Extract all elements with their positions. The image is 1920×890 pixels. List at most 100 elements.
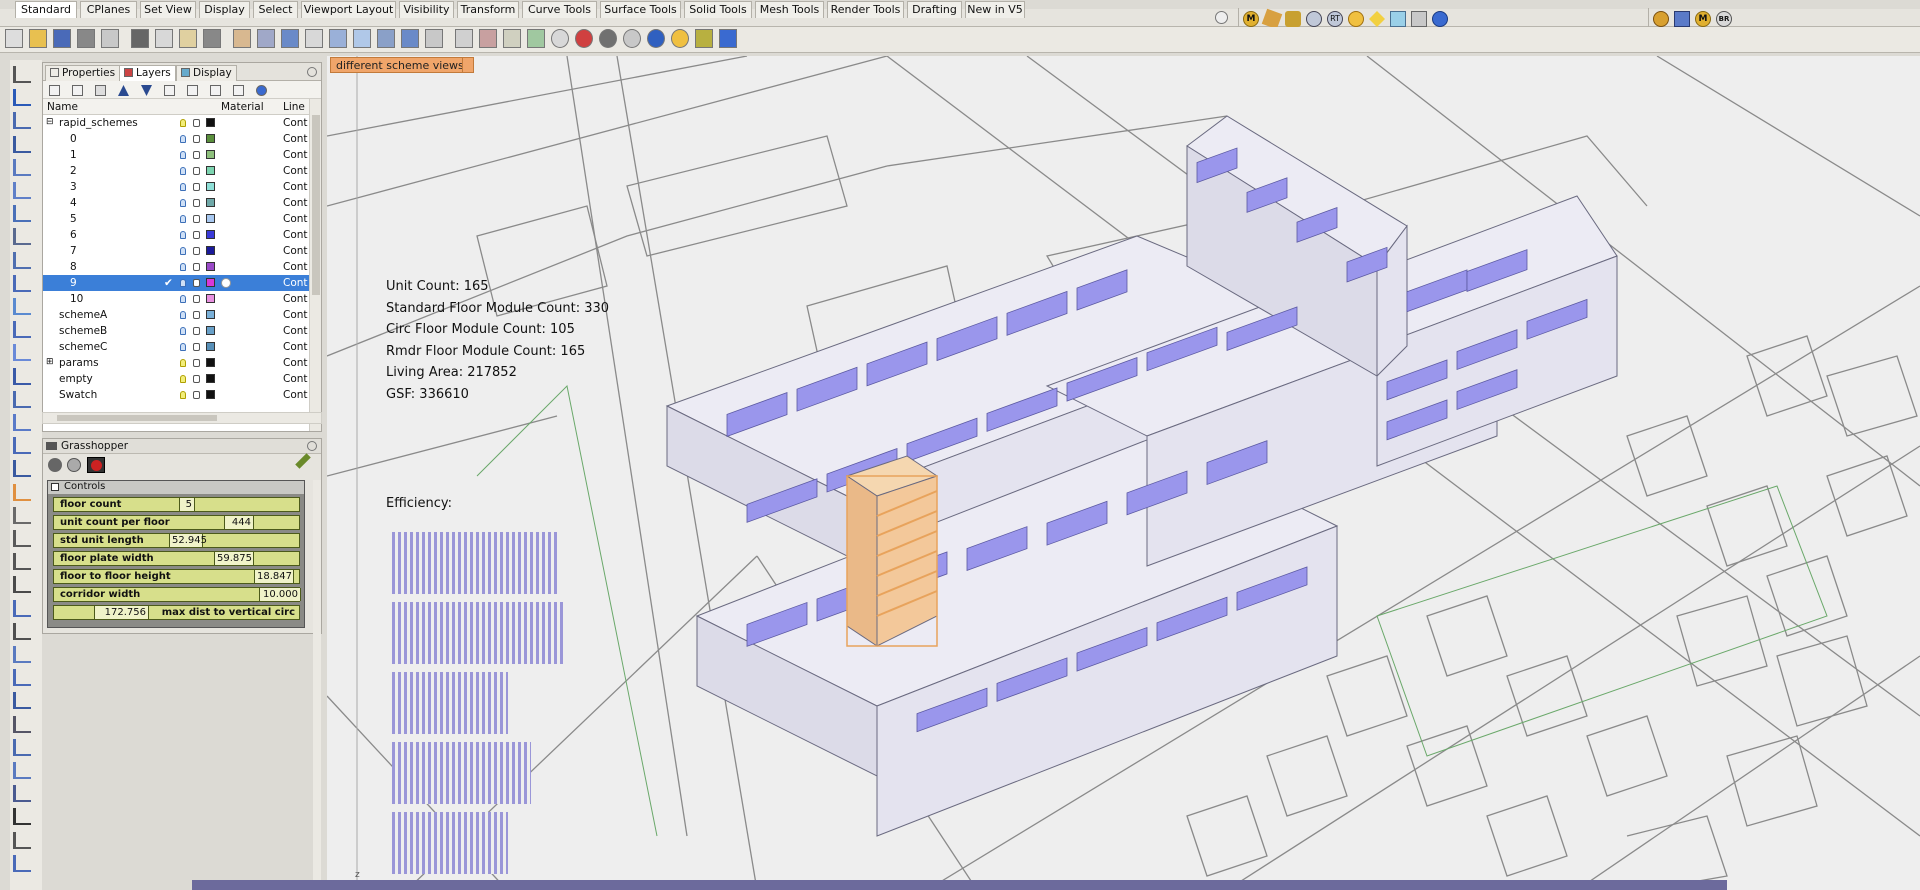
lock-icon[interactable] — [193, 151, 200, 159]
layer-linetype[interactable]: Cont — [283, 293, 308, 305]
layer-linetype[interactable]: Cont — [283, 197, 308, 209]
zoom-selected-icon[interactable] — [377, 29, 395, 48]
mesh-icon[interactable] — [13, 460, 31, 478]
layer-row[interactable]: 2 Cont — [43, 163, 309, 179]
boolean-icon[interactable] — [13, 483, 31, 501]
layer-name[interactable]: schemeA — [59, 309, 107, 321]
visibility-bulb-icon[interactable] — [180, 375, 186, 383]
layer-row[interactable]: 7 Cont — [43, 243, 309, 259]
analyze-icon[interactable] — [13, 785, 31, 803]
check-icon[interactable] — [13, 808, 31, 826]
layer-name[interactable]: params — [59, 357, 99, 369]
lock-icon[interactable] — [193, 183, 200, 191]
tab-solid-tools[interactable]: Solid Tools — [684, 1, 752, 18]
layer-row[interactable]: schemeA Cont — [43, 307, 309, 323]
tab-render-tools[interactable]: Render Tools — [827, 1, 904, 18]
visibility-bulb-icon[interactable] — [180, 391, 186, 399]
pencil-icon[interactable] — [295, 453, 311, 469]
layer-horizontal-scrollbar[interactable] — [42, 412, 322, 424]
lock-icon[interactable] — [193, 343, 200, 351]
render-icon[interactable] — [13, 831, 31, 849]
layer-name[interactable]: 4 — [70, 197, 77, 209]
panel-options-icon[interactable] — [307, 441, 317, 451]
visibility-bulb-icon[interactable] — [180, 183, 186, 191]
slider-max-dist-to-vertical-circ[interactable]: max dist to vertical circ 172.756 — [53, 605, 300, 620]
material-m-icon[interactable]: M — [1243, 11, 1259, 27]
layer-color-swatch[interactable] — [206, 294, 215, 303]
layer-linetype[interactable]: Cont — [283, 357, 308, 369]
layer-color-swatch[interactable] — [206, 342, 215, 351]
settings-gear-icon[interactable] — [1653, 11, 1669, 27]
lock-icon[interactable] — [193, 247, 200, 255]
group-icon[interactable] — [13, 762, 31, 779]
layer-color-swatch[interactable] — [206, 246, 215, 255]
current-layer-check-icon[interactable]: ✔ — [164, 277, 173, 289]
layer-linetype[interactable]: Cont — [283, 229, 308, 241]
polyline-icon[interactable] — [13, 112, 31, 130]
box-icon[interactable] — [13, 390, 31, 408]
layer-row[interactable]: Swatch Cont — [43, 387, 309, 403]
new-file-icon[interactable] — [5, 29, 23, 48]
import-icon[interactable] — [101, 29, 119, 48]
render-sphere-icon[interactable] — [575, 29, 593, 48]
cut-icon[interactable] — [131, 29, 149, 48]
save-icon[interactable] — [53, 29, 71, 48]
circle-icon[interactable] — [13, 182, 31, 199]
lock-icon[interactable] — [193, 215, 200, 223]
point-icon[interactable] — [13, 89, 31, 107]
layer-color-swatch[interactable] — [206, 118, 215, 127]
perspective-viewport[interactable] — [327, 56, 1920, 890]
layer-scrollbar[interactable] — [309, 99, 321, 431]
layer-row[interactable]: schemeB Cont — [43, 323, 309, 339]
collapse-icon[interactable] — [51, 483, 59, 491]
align-icon[interactable] — [13, 646, 31, 663]
layer-name[interactable]: schemeB — [59, 325, 107, 337]
layer-name[interactable]: Swatch — [59, 389, 97, 401]
slider-floor-plate-width[interactable]: floor plate width 59.875 — [53, 551, 300, 566]
wireframe-sphere-icon[interactable] — [623, 29, 641, 48]
layer-linetype[interactable]: Cont — [283, 165, 308, 177]
polygon-icon[interactable] — [13, 228, 31, 246]
tab-visibility[interactable]: Visibility — [399, 1, 454, 18]
layer-color-swatch[interactable] — [206, 230, 215, 239]
viewport-title-tab[interactable]: different scheme views — [330, 57, 470, 73]
slider-std-unit-length[interactable]: std unit length 52.945 — [53, 533, 300, 548]
camera-icon[interactable] — [13, 854, 31, 872]
grid-icon[interactable] — [425, 29, 443, 48]
help-icon[interactable] — [256, 85, 267, 96]
panel-options-icon[interactable] — [307, 67, 317, 77]
layer-row[interactable]: 1 Cont — [43, 147, 309, 163]
pan-hand-icon[interactable] — [233, 29, 251, 48]
visibility-bulb-icon[interactable] — [180, 167, 186, 175]
layer-linetype[interactable]: Cont — [283, 117, 308, 129]
material-m-icon[interactable]: M — [1695, 11, 1711, 27]
select-objects-icon[interactable] — [210, 85, 221, 96]
filter-icon[interactable] — [187, 85, 198, 96]
slider-value[interactable]: 444 — [224, 516, 254, 529]
layer-color-swatch[interactable] — [206, 166, 215, 175]
rectangle-icon[interactable] — [13, 251, 31, 269]
move-up-icon[interactable] — [118, 85, 129, 96]
lock-icon[interactable] — [503, 29, 521, 48]
layer-name[interactable]: 3 — [70, 181, 77, 193]
layer-linetype[interactable]: Cont — [283, 261, 308, 273]
fillet-icon[interactable] — [13, 298, 31, 315]
layer-row[interactable]: 5 Cont — [43, 211, 309, 227]
layer-color-swatch[interactable] — [206, 374, 215, 383]
lock-icon[interactable] — [193, 263, 200, 271]
lock-icon[interactable] — [193, 375, 200, 383]
layer-row[interactable]: 10 Cont — [43, 291, 309, 307]
sphere-icon[interactable] — [13, 414, 31, 431]
lock-icon[interactable] — [193, 311, 200, 319]
layer-color-swatch[interactable] — [206, 214, 215, 223]
lock-icon[interactable] — [193, 295, 200, 303]
texture-icon[interactable] — [1411, 11, 1427, 27]
slider-value[interactable]: 172.756 — [94, 606, 149, 619]
array-icon[interactable] — [13, 530, 31, 547]
layer-linetype[interactable]: Cont — [283, 389, 308, 401]
hatch-icon[interactable] — [13, 715, 31, 733]
layer-linetype[interactable]: Cont — [283, 181, 308, 193]
visibility-bulb-icon[interactable] — [180, 263, 186, 271]
zoom-extents-icon[interactable] — [353, 29, 371, 48]
tab-display-panel[interactable]: Display — [176, 65, 237, 81]
